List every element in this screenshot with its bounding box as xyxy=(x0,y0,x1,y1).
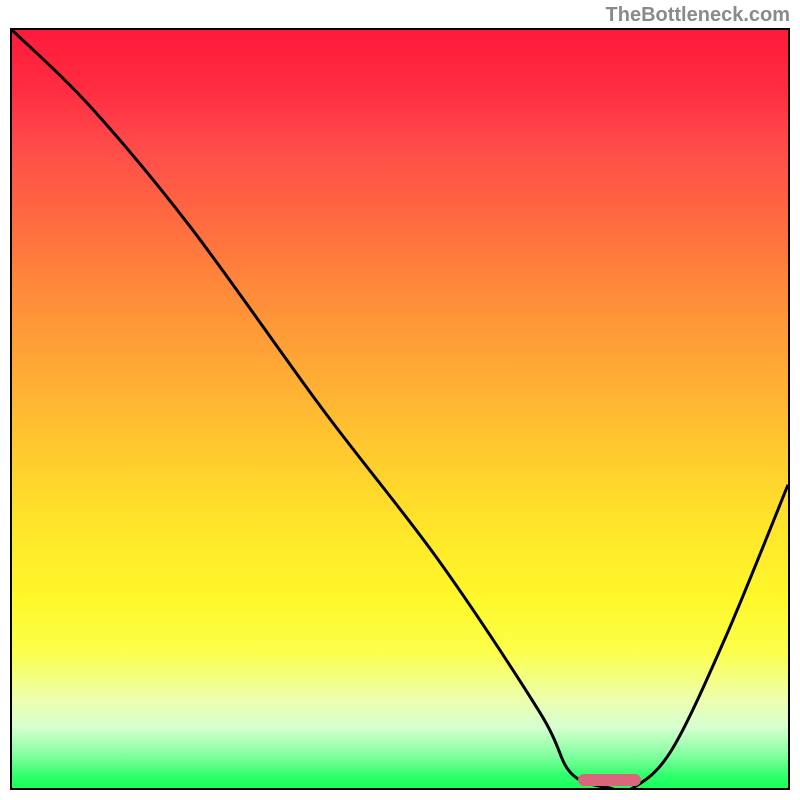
attribution-text: TheBottleneck.com xyxy=(606,4,790,27)
plot-area xyxy=(10,28,790,790)
optimum-marker xyxy=(578,774,640,786)
bottleneck-curve xyxy=(12,30,788,788)
